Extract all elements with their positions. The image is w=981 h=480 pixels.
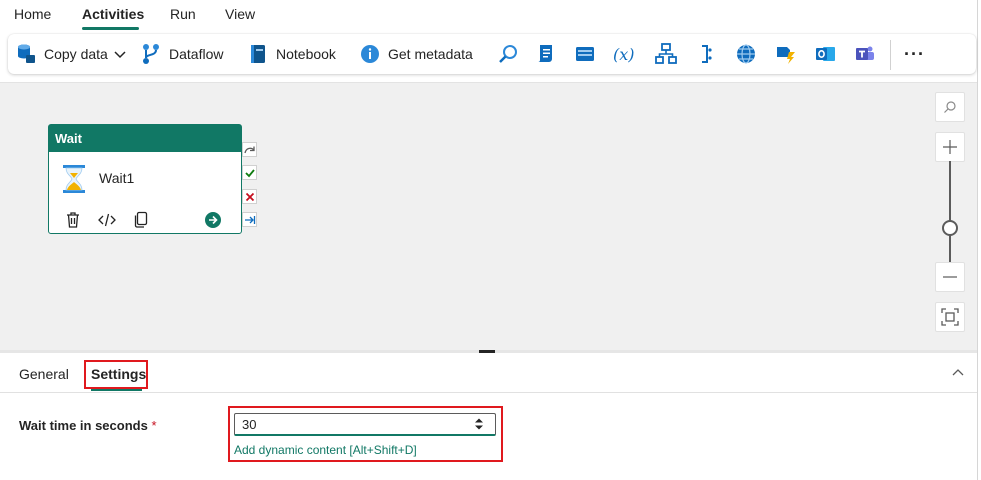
canvas-search-button[interactable] (935, 92, 965, 122)
menu-home[interactable]: Home (14, 6, 51, 22)
completion-arrow-icon (244, 215, 255, 224)
resize-handle[interactable] (479, 350, 495, 353)
copy-data-label: Copy data (44, 46, 108, 62)
code-icon[interactable] (98, 211, 116, 229)
wait-time-input[interactable] (234, 413, 496, 436)
lookup-icon[interactable] (497, 43, 519, 65)
teams-icon[interactable] (854, 43, 876, 65)
notebook-icon (251, 45, 265, 63)
minus-icon (943, 276, 957, 278)
menu-view[interactable]: View (225, 6, 255, 22)
chevron-down-icon (114, 51, 126, 59)
azure-function-icon[interactable] (775, 43, 797, 65)
skip-arrow-icon (243, 146, 255, 153)
activities-toolbar: Copy data Dataflow Notebook Get metadata (8, 34, 976, 74)
fit-to-screen-button[interactable] (935, 302, 965, 332)
expression-icon[interactable]: (x) (612, 43, 638, 65)
menu-activities[interactable]: Activities (82, 6, 144, 22)
completion-port[interactable] (242, 212, 257, 227)
activity-type-label: Wait (49, 125, 241, 152)
copy-data-button[interactable]: Copy data (16, 34, 126, 74)
copy-icon[interactable] (133, 211, 149, 229)
notebook-button[interactable]: Notebook (248, 34, 336, 74)
hourglass-icon (63, 165, 85, 193)
active-tab-indicator (91, 389, 142, 391)
svg-text:(x): (x) (613, 45, 635, 64)
zoom-out-button[interactable] (935, 262, 965, 292)
wait-activity-node[interactable]: Wait Wait1 (48, 124, 242, 234)
plus-icon (943, 140, 957, 154)
wait-time-label-text: Wait time in seconds (19, 418, 148, 433)
info-icon (361, 45, 379, 63)
set-variable-icon[interactable] (574, 43, 596, 65)
skip-port[interactable] (242, 142, 257, 157)
settings-tab-highlight (84, 360, 148, 389)
menu-bar: Home Activities Run View (0, 0, 981, 30)
zoom-slider-thumb[interactable] (942, 220, 958, 236)
active-menu-indicator (82, 27, 139, 30)
zoom-in-button[interactable] (935, 132, 965, 162)
checkmark-icon (244, 168, 255, 177)
x-icon (245, 192, 254, 201)
wait-time-label: Wait time in seconds * (19, 418, 157, 433)
menu-run[interactable]: Run (170, 6, 196, 22)
chevron-up-icon[interactable] (951, 366, 965, 380)
dataflow-label: Dataflow (169, 46, 224, 62)
toolbar-separator (890, 40, 891, 70)
required-asterisk: * (151, 418, 157, 433)
if-condition-icon[interactable] (695, 43, 717, 65)
database-icon (18, 44, 35, 63)
notebook-label: Notebook (276, 46, 336, 62)
pipeline-icon[interactable] (655, 43, 677, 65)
pipeline-canvas[interactable]: Wait Wait1 (0, 82, 977, 350)
panel-divider (0, 392, 977, 393)
outlook-icon[interactable] (814, 43, 836, 65)
delete-icon[interactable] (65, 211, 81, 229)
dataflow-button[interactable]: Dataflow (141, 34, 223, 74)
add-dynamic-content-link[interactable]: Add dynamic content [Alt+Shift+D] (234, 443, 417, 457)
get-metadata-label: Get metadata (388, 46, 473, 62)
success-port[interactable] (242, 165, 257, 180)
tab-general[interactable]: General (19, 366, 69, 382)
fit-screen-icon (941, 308, 959, 326)
activity-name: Wait1 (99, 170, 135, 186)
more-options-button[interactable]: ··· (904, 34, 925, 74)
search-icon (944, 101, 956, 113)
web-icon[interactable] (735, 43, 757, 65)
failure-port[interactable] (242, 189, 257, 204)
zoom-slider-track[interactable] (949, 161, 951, 263)
run-arrow-icon[interactable] (204, 211, 222, 229)
right-border (977, 0, 978, 480)
dataflow-icon (143, 44, 159, 64)
get-metadata-button[interactable]: Get metadata (360, 34, 473, 74)
script-icon[interactable] (535, 43, 557, 65)
spin-stepper-icon[interactable] (474, 417, 484, 431)
